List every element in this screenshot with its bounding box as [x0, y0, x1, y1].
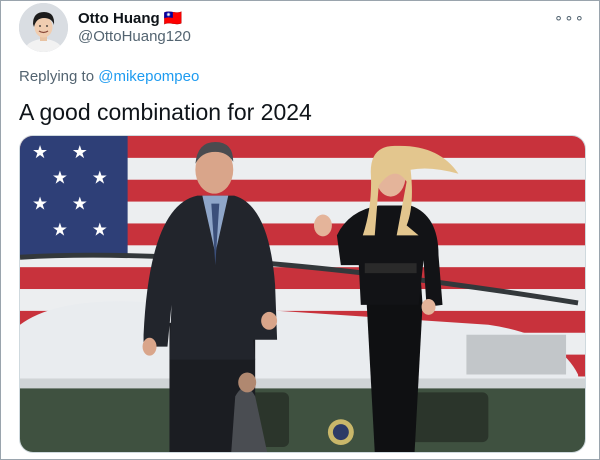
svg-text:★: ★	[52, 168, 68, 189]
photo-image: ★ ★ ★ ★ ★ ★ ★ ★	[20, 136, 585, 452]
svg-text:★: ★	[32, 142, 48, 163]
more-dots-icon[interactable]: ∘∘∘	[554, 9, 585, 27]
profile-photo-icon	[19, 3, 68, 52]
svg-text:★: ★	[72, 142, 88, 163]
svg-text:★: ★	[52, 219, 68, 240]
tweet-photo[interactable]: ★ ★ ★ ★ ★ ★ ★ ★	[19, 135, 586, 453]
mention-link[interactable]: @mikepompeo	[98, 68, 199, 85]
display-name[interactable]: Otto Huang 🇹🇼	[78, 9, 183, 27]
tweet-text: A good combination for 2024	[19, 99, 312, 125]
user-handle[interactable]: @OttoHuang120	[78, 28, 191, 45]
tweet-card[interactable]: Otto Huang 🇹🇼 @OttoHuang120 ∘∘∘ Replying…	[0, 0, 600, 460]
svg-text:★: ★	[72, 194, 88, 215]
replying-to: Replying to @mikepompeo	[19, 68, 199, 85]
avatar[interactable]	[19, 3, 68, 52]
svg-text:★: ★	[92, 168, 108, 189]
replying-to-label: Replying to	[19, 68, 99, 85]
svg-text:★: ★	[92, 219, 108, 240]
svg-text:★: ★	[32, 194, 48, 215]
